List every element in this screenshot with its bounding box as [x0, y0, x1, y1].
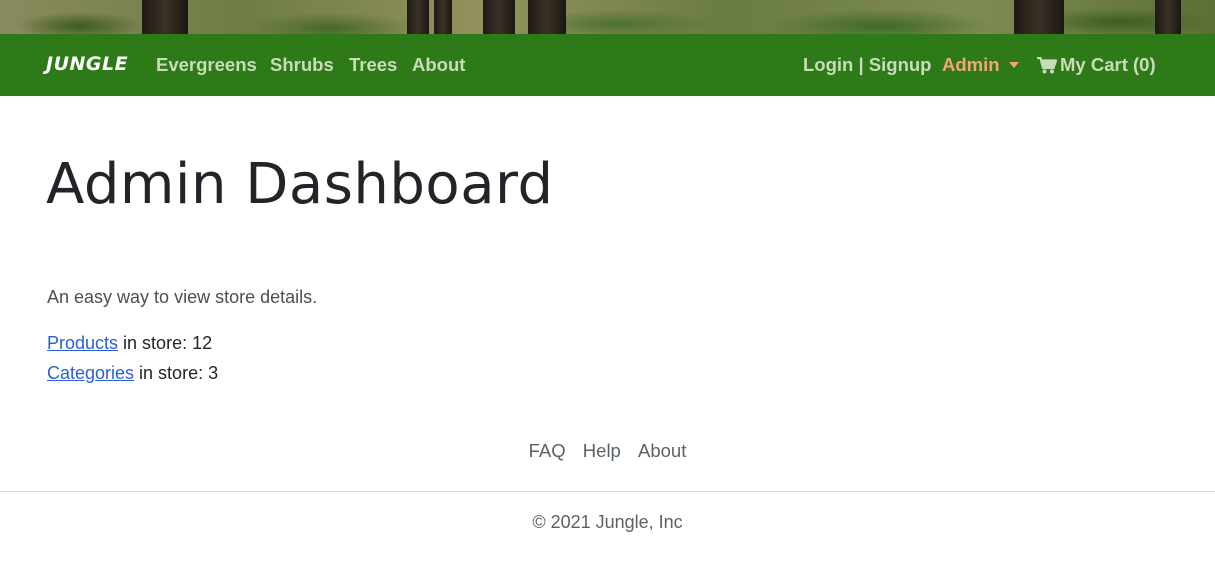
footer-links: FAQ Help About [0, 440, 1215, 462]
products-count-text: in store: 12 [118, 333, 213, 353]
nav-link-shrubs[interactable]: Shrubs [270, 54, 334, 76]
products-link[interactable]: Products [47, 333, 118, 353]
footer-link-help[interactable]: Help [583, 440, 621, 461]
nav-link-about[interactable]: About [412, 54, 465, 76]
brand-logo[interactable]: JUNGLE [46, 53, 128, 75]
categories-link[interactable]: Categories [47, 363, 134, 383]
tree-trunk [407, 0, 429, 34]
tree-trunk [1014, 0, 1064, 34]
page-description: An easy way to view store details. [47, 287, 318, 307]
footer-divider [0, 491, 1215, 492]
cart-link[interactable]: My Cart (0) [1060, 54, 1156, 76]
admin-dropdown-toggle[interactable]: Admin [942, 54, 1000, 76]
products-stat: Products in store: 12 [47, 333, 212, 354]
navbar: JUNGLE Evergreens Shrubs Trees About Log… [0, 34, 1215, 96]
tree-trunk [142, 0, 188, 34]
nav-link-evergreens[interactable]: Evergreens [156, 54, 257, 76]
copyright: © 2021 Jungle, Inc [532, 512, 683, 532]
footer-link-faq[interactable]: FAQ [529, 440, 566, 461]
tree-trunk [528, 0, 566, 34]
categories-stat: Categories in store: 3 [47, 363, 218, 384]
tree-trunk [1155, 0, 1181, 34]
caret-down-icon[interactable] [1009, 62, 1019, 68]
shopping-cart-icon[interactable] [1037, 57, 1057, 74]
forest-banner [0, 0, 1215, 34]
footer-link-about[interactable]: About [638, 440, 686, 461]
categories-count-text: in store: 3 [134, 363, 219, 383]
login-signup-link[interactable]: Login | Signup [803, 54, 931, 76]
tree-trunk [483, 0, 515, 34]
tree-trunk [434, 0, 452, 34]
page-title: Admin Dashboard [46, 152, 554, 217]
nav-link-trees[interactable]: Trees [349, 54, 397, 76]
